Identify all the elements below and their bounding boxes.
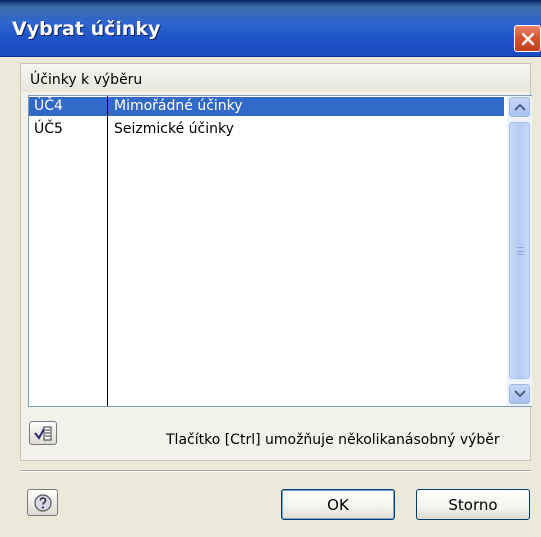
dialog-title: Vybrat účinky	[12, 18, 161, 40]
grip-icon	[517, 247, 524, 255]
effects-list[interactable]: ÚČ4 Mimořádné účinky ÚČ5 Seizmické účink…	[28, 95, 532, 407]
cancel-button[interactable]: Storno	[416, 489, 530, 520]
scroll-down-button[interactable]	[509, 384, 530, 404]
help-icon	[33, 493, 52, 512]
divider	[20, 470, 531, 472]
close-icon	[521, 32, 534, 45]
multi-select-hint: Tlačítko [Ctrl] umožňuje několikanásobný…	[166, 432, 500, 448]
list-item[interactable]: ÚČ4 Mimořádné účinky	[29, 97, 504, 116]
title-bar[interactable]: Vybrat účinky	[0, 0, 541, 57]
effect-name: Mimořádné účinky	[114, 98, 243, 114]
chevron-up-icon	[513, 103, 526, 111]
effect-id: ÚČ4	[34, 98, 63, 114]
effect-name: Seizmické účinky	[114, 121, 234, 137]
multi-select-button[interactable]	[29, 421, 57, 445]
group-label: Účinky k výběru	[30, 72, 143, 88]
scroll-up-button[interactable]	[509, 97, 530, 117]
list-item[interactable]: ÚČ5 Seizmické účinky	[29, 120, 504, 139]
help-button[interactable]	[27, 489, 58, 516]
multi-select-icon	[34, 426, 52, 441]
ok-button[interactable]: OK	[281, 489, 395, 520]
vertical-scrollbar[interactable]	[507, 96, 532, 406]
column-separator	[107, 96, 108, 406]
dialog-window: Vybrat účinky Účinky k výběru ÚČ4 Mimořá…	[0, 0, 541, 537]
scroll-thumb[interactable]	[509, 122, 530, 379]
group-header: Účinky k výběru	[21, 64, 530, 92]
effect-id: ÚČ5	[34, 121, 63, 137]
close-button[interactable]	[514, 25, 541, 52]
chevron-down-icon	[513, 390, 526, 398]
